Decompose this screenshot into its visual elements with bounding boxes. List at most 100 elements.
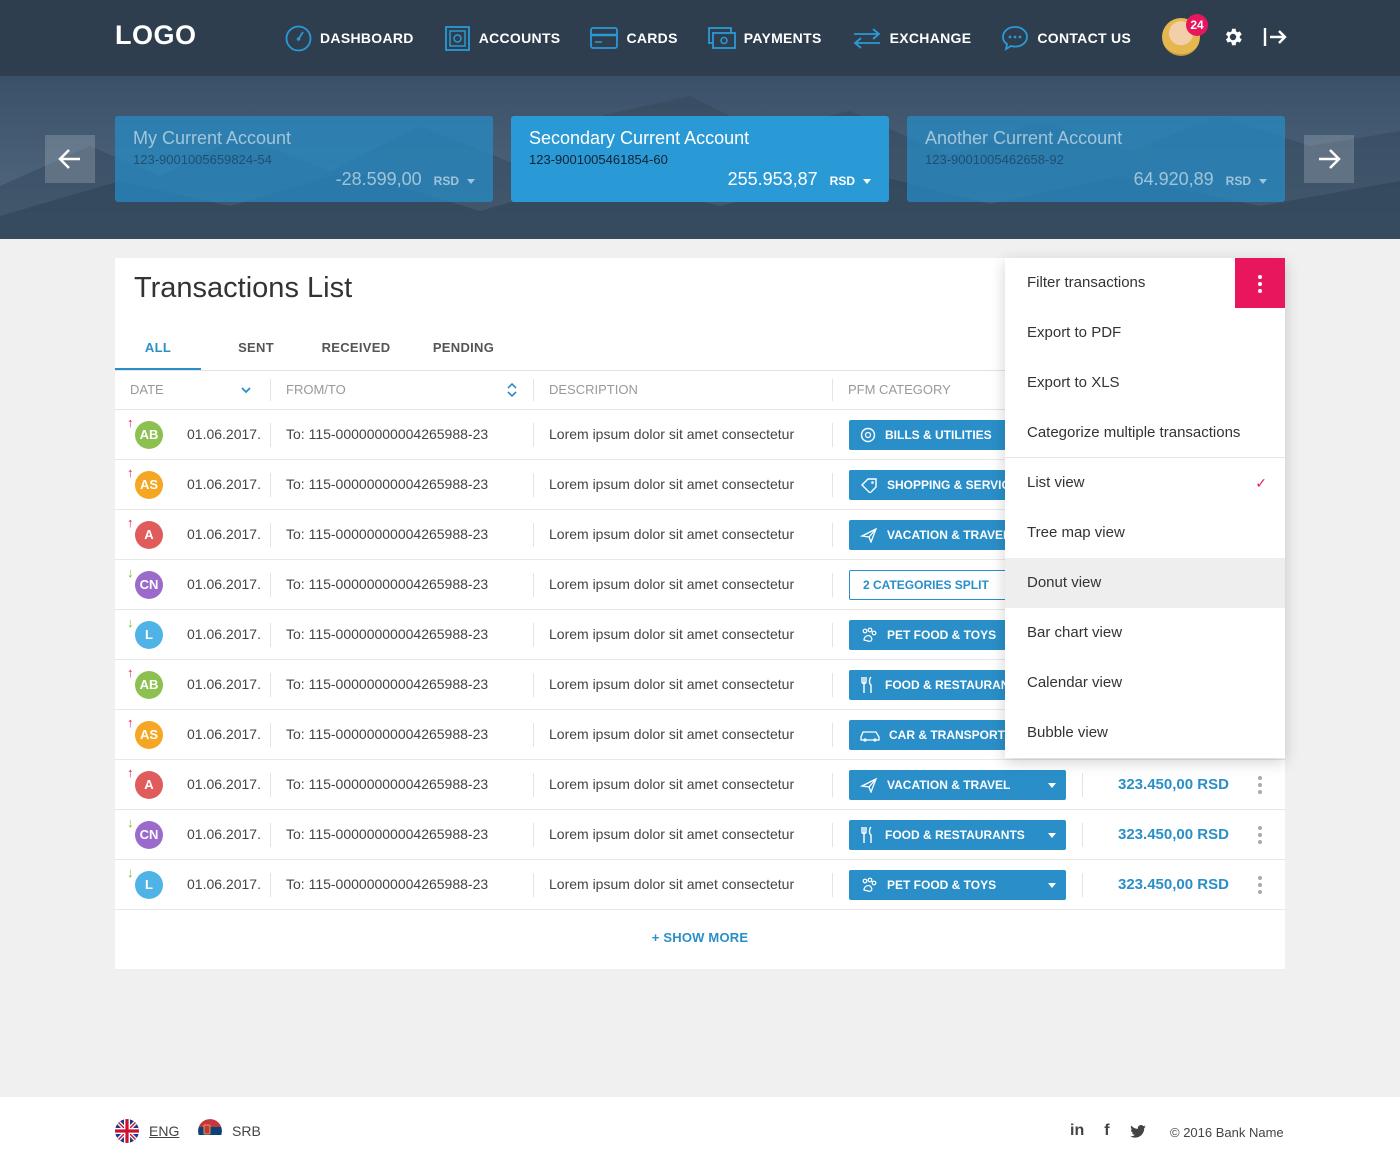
currency-select[interactable]: RSD <box>434 174 475 188</box>
category-label: PET FOOD & TOYS <box>887 878 997 892</box>
bills-icon <box>860 427 885 443</box>
caret-down-icon <box>1048 883 1056 888</box>
account-number: 123-9001005461854-60 <box>529 152 668 167</box>
menu-item-label: Export to XLS <box>1027 374 1120 391</box>
transaction-description: Lorem ipsum dolor sit amet consectetur <box>549 576 795 592</box>
menu-item[interactable]: Export to PDF <box>1005 308 1285 358</box>
column-divider <box>270 773 271 797</box>
linkedin-icon[interactable]: in <box>1070 1122 1084 1140</box>
currency-select[interactable]: RSD <box>1226 174 1267 188</box>
menu-item-label: Filter transactions <box>1027 274 1146 291</box>
column-divider <box>270 379 271 401</box>
column-divider <box>533 473 534 497</box>
row-menu-button[interactable] <box>1253 776 1267 794</box>
nav-label: DASHBOARD <box>320 30 414 46</box>
menu-item[interactable]: Calendar view <box>1005 658 1285 708</box>
transaction-account: To: 115-00000000004265988-23 <box>286 576 489 592</box>
copyright: © 2016 Bank Name <box>1170 1125 1284 1140</box>
tab-sent[interactable]: SENT <box>201 328 311 370</box>
category-select[interactable]: FOOD & RESTAURANTS <box>849 820 1066 850</box>
column-divider <box>533 773 534 797</box>
nav-accounts[interactable]: ACCOUNTS <box>444 25 561 52</box>
nav-cards[interactable]: CARDS <box>590 26 677 50</box>
column-date[interactable]: DATE <box>130 371 164 409</box>
transaction-amount: 323.450,00 RSD <box>1118 876 1229 893</box>
transaction-date: 01.06.2017. <box>187 526 261 542</box>
row-menu-button[interactable] <box>1253 826 1267 844</box>
logo[interactable]: LOGO <box>115 20 197 51</box>
nav-contact[interactable]: CONTACT US <box>1001 25 1131 51</box>
table-row[interactable]: ↓ CN 01.06.2017. To: 115-00000000004265988-… <box>115 810 1285 860</box>
category-select[interactable]: VACATION & TRAVEL <box>849 770 1066 800</box>
menu-item[interactable]: Tree map view <box>1005 508 1285 558</box>
account-card[interactable]: My Current Account 123-9001005659824-54 … <box>115 116 493 202</box>
column-description[interactable]: DESCRIPTION <box>549 371 638 409</box>
avatar-initials: AS <box>135 721 163 749</box>
logout-icon[interactable] <box>1262 26 1288 48</box>
facebook-icon[interactable]: f <box>1104 1122 1109 1140</box>
options-menu-button[interactable] <box>1235 258 1285 308</box>
tab-all[interactable]: ALL <box>115 328 201 370</box>
category-label: VACATION & TRAVEL <box>887 528 1011 542</box>
row-menu-button[interactable] <box>1253 876 1267 894</box>
nav-exchange[interactable]: EXCHANGE <box>852 26 972 50</box>
nav-payments[interactable]: PAYMENTS <box>707 26 822 50</box>
account-card[interactable]: Another Current Account 123-900100546265… <box>907 116 1285 202</box>
transaction-description: Lorem ipsum dolor sit amet consectetur <box>549 876 795 892</box>
transaction-tabs: ALL SENT RECEIVED PENDING <box>115 328 526 370</box>
column-category[interactable]: PFM CATEGORY <box>848 371 951 409</box>
table-row[interactable]: ↑ A 01.06.2017. To: 115-00000000004265988-2… <box>115 760 1285 810</box>
prev-account-button[interactable] <box>45 135 95 183</box>
category-select[interactable]: PET FOOD & TOYS <box>849 870 1066 900</box>
column-divider <box>270 873 271 897</box>
notification-badge: 24 <box>1186 14 1208 36</box>
menu-item[interactable]: Export to XLS <box>1005 358 1285 408</box>
nav-label: EXCHANGE <box>889 30 972 46</box>
menu-item[interactable]: Bubble view <box>1005 708 1285 758</box>
column-label: FROM/TO <box>286 382 346 397</box>
menu-item[interactable]: Bar chart view <box>1005 608 1285 658</box>
language-srb[interactable]: SRB <box>198 1119 261 1143</box>
tab-received[interactable]: RECEIVED <box>311 328 401 370</box>
kebab-dot <box>1258 783 1262 787</box>
tab-pending[interactable]: PENDING <box>401 328 526 370</box>
page-title: Transactions List <box>134 272 353 304</box>
transaction-date: 01.06.2017. <box>187 726 261 742</box>
column-divider <box>533 673 534 697</box>
currency-select[interactable]: RSD <box>830 174 871 188</box>
next-account-button[interactable] <box>1304 135 1354 183</box>
account-card-selected[interactable]: Secondary Current Account 123-9001005461… <box>511 116 889 202</box>
gear-icon[interactable] <box>1222 26 1244 48</box>
transaction-account: To: 115-00000000004265988-23 <box>286 726 489 742</box>
table-row[interactable]: ↓ L 01.06.2017. To: 115-00000000004265988-2… <box>115 860 1285 910</box>
menu-item[interactable]: Donut view <box>1005 558 1285 608</box>
transaction-description: Lorem ipsum dolor sit amet consectetur <box>549 676 795 692</box>
twitter-icon[interactable] <box>1129 1124 1146 1138</box>
menu-item[interactable]: Categorize multiple transactions <box>1005 408 1285 458</box>
transaction-account: To: 115-00000000004265988-23 <box>286 876 489 892</box>
sort-icon[interactable] <box>507 382 517 398</box>
transaction-date: 01.06.2017. <box>187 576 261 592</box>
language-eng[interactable]: ENG <box>115 1119 179 1143</box>
kebab-dot <box>1258 282 1262 286</box>
chevron-down-icon[interactable] <box>241 386 251 394</box>
avatar[interactable]: 24 <box>1162 14 1208 56</box>
arrow-left-icon <box>58 149 80 169</box>
category-label: FOOD & RESTAURANTS <box>885 828 1025 842</box>
column-divider <box>1082 873 1083 897</box>
column-divider <box>832 423 833 447</box>
arrow-up-icon: ↑ <box>127 665 134 680</box>
tag-icon <box>860 477 887 493</box>
column-from-to[interactable]: FROM/TO <box>286 371 346 409</box>
nav-label: CONTACT US <box>1037 30 1132 46</box>
nav-dashboard[interactable]: DASHBOARD <box>285 25 414 52</box>
account-name: Another Current Account <box>925 128 1123 148</box>
arrow-up-icon: ↑ <box>127 515 134 530</box>
column-divider <box>832 723 833 747</box>
menu-item-label: Export to PDF <box>1027 324 1122 341</box>
column-divider <box>832 573 833 597</box>
show-more-button[interactable]: + SHOW MORE <box>115 930 1285 945</box>
column-divider <box>832 379 833 401</box>
menu-item[interactable]: List view ✓ <box>1005 458 1285 508</box>
car-icon <box>860 728 889 742</box>
